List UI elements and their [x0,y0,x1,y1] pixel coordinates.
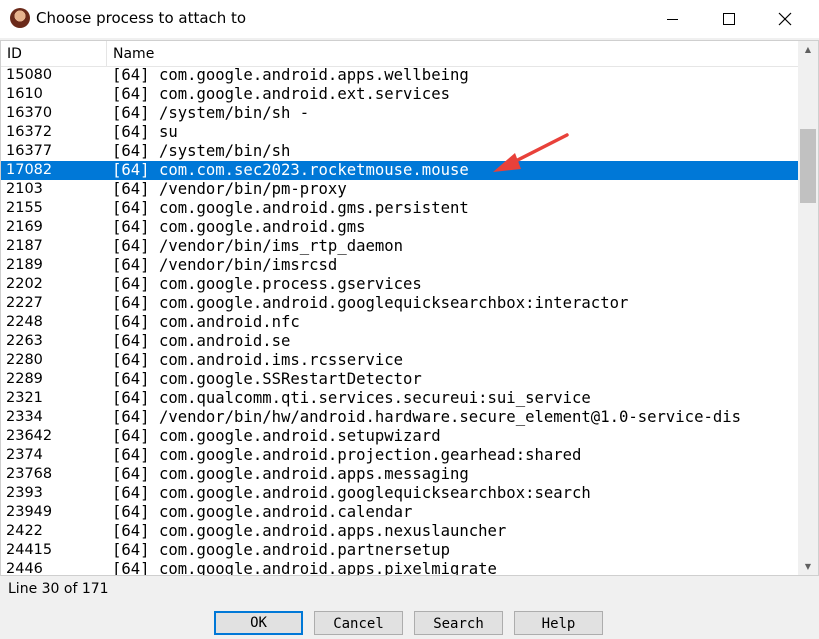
window-title: Choose process to attach to [36,9,247,27]
status-line: Line 30 of 171 [8,581,109,597]
vertical-scrollbar[interactable]: ▲ ▼ [798,41,818,575]
process-list[interactable]: ID Name 15080 [64] com.google.android.app… [0,40,819,576]
maximize-button[interactable] [706,0,752,38]
ok-button[interactable]: OK [214,611,303,635]
scroll-down-arrow-icon[interactable]: ▼ [798,558,818,575]
title-bar: Choose process to attach to [0,0,819,38]
minimize-button[interactable] [650,0,696,38]
scrollbar-thumb[interactable] [800,129,816,203]
annotation-arrow [493,133,569,172]
scroll-up-arrow-icon[interactable]: ▲ [798,41,818,58]
close-button[interactable] [762,0,808,38]
app-avatar-icon [10,8,30,28]
help-button[interactable]: Help [514,611,603,635]
search-button[interactable]: Search [414,611,503,635]
close-icon [778,12,792,26]
cancel-button[interactable]: Cancel [314,611,403,635]
